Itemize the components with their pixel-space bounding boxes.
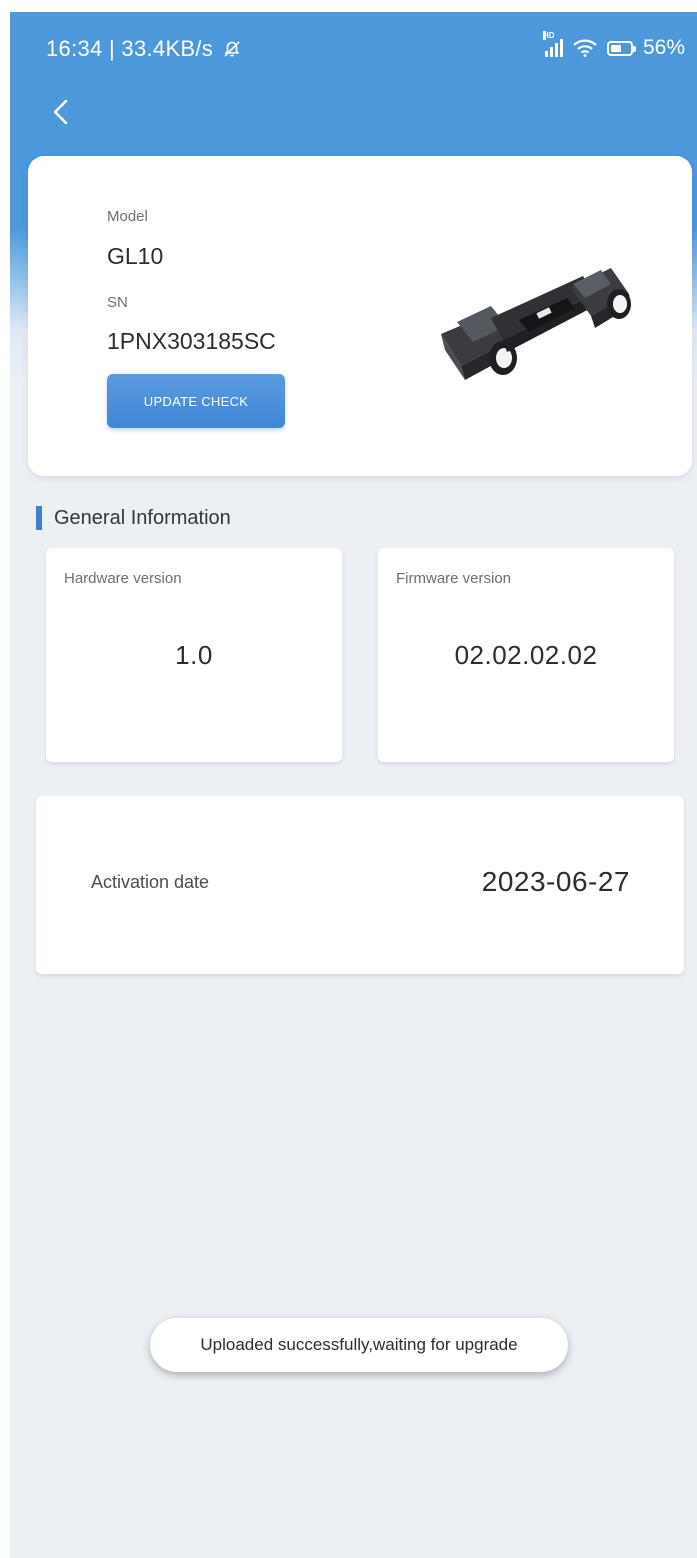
update-check-button[interactable]: UPDATE CHECK bbox=[107, 374, 285, 428]
sn-value: 1PNX303185SC bbox=[107, 328, 276, 354]
model-label: Model bbox=[107, 208, 148, 225]
hardware-version-label: Hardware version bbox=[64, 570, 182, 587]
section-title: General Information bbox=[36, 504, 231, 532]
screen: 16:34 | 33.4KB/s HD 56% Model GL10 SN 1P… bbox=[10, 12, 697, 1558]
toast-message: Uploaded successfully,waiting for upgrad… bbox=[150, 1318, 568, 1372]
status-time: 16:34 bbox=[46, 36, 103, 61]
firmware-version-value: 02.02.02.02 bbox=[454, 640, 598, 670]
wifi-icon bbox=[573, 39, 597, 57]
section-title-text: General Information bbox=[54, 506, 231, 529]
battery-icon bbox=[606, 40, 636, 56]
activation-date-value: 2023-06-27 bbox=[481, 866, 630, 897]
battery-percent: 56% bbox=[642, 36, 685, 59]
signal-icon: HD bbox=[542, 31, 563, 57]
firmware-version-card: Firmware version 02.02.02.02 bbox=[378, 548, 674, 762]
status-right: HD 56% bbox=[542, 31, 685, 60]
network-speed: 33.4KB/s bbox=[121, 36, 214, 61]
section-accent-bar bbox=[36, 506, 42, 530]
model-value: GL10 bbox=[107, 243, 164, 269]
hd-tag: HD bbox=[542, 31, 555, 40]
hardware-version-card: Hardware version 1.0 bbox=[46, 548, 342, 762]
hardware-version-value: 1.0 bbox=[175, 640, 213, 670]
device-image bbox=[433, 254, 633, 394]
firmware-version-label: Firmware version bbox=[396, 570, 512, 587]
sn-label: SN bbox=[107, 294, 128, 311]
back-button[interactable] bbox=[46, 96, 78, 128]
mute-icon bbox=[222, 40, 242, 61]
status-left: 16:34 | 33.4KB/s bbox=[46, 36, 242, 62]
battery-fill bbox=[610, 44, 622, 52]
activation-date-label: Activation date bbox=[91, 872, 210, 892]
activation-date-card: Activation date 2023-06-27 bbox=[36, 796, 684, 974]
device-card: Model GL10 SN 1PNX303185SC UPDATE CHECK bbox=[28, 156, 692, 476]
chevron-left-icon bbox=[53, 99, 68, 125]
status-separator: | bbox=[108, 36, 115, 61]
status-bar: 16:34 | 33.4KB/s HD 56% bbox=[10, 12, 697, 92]
